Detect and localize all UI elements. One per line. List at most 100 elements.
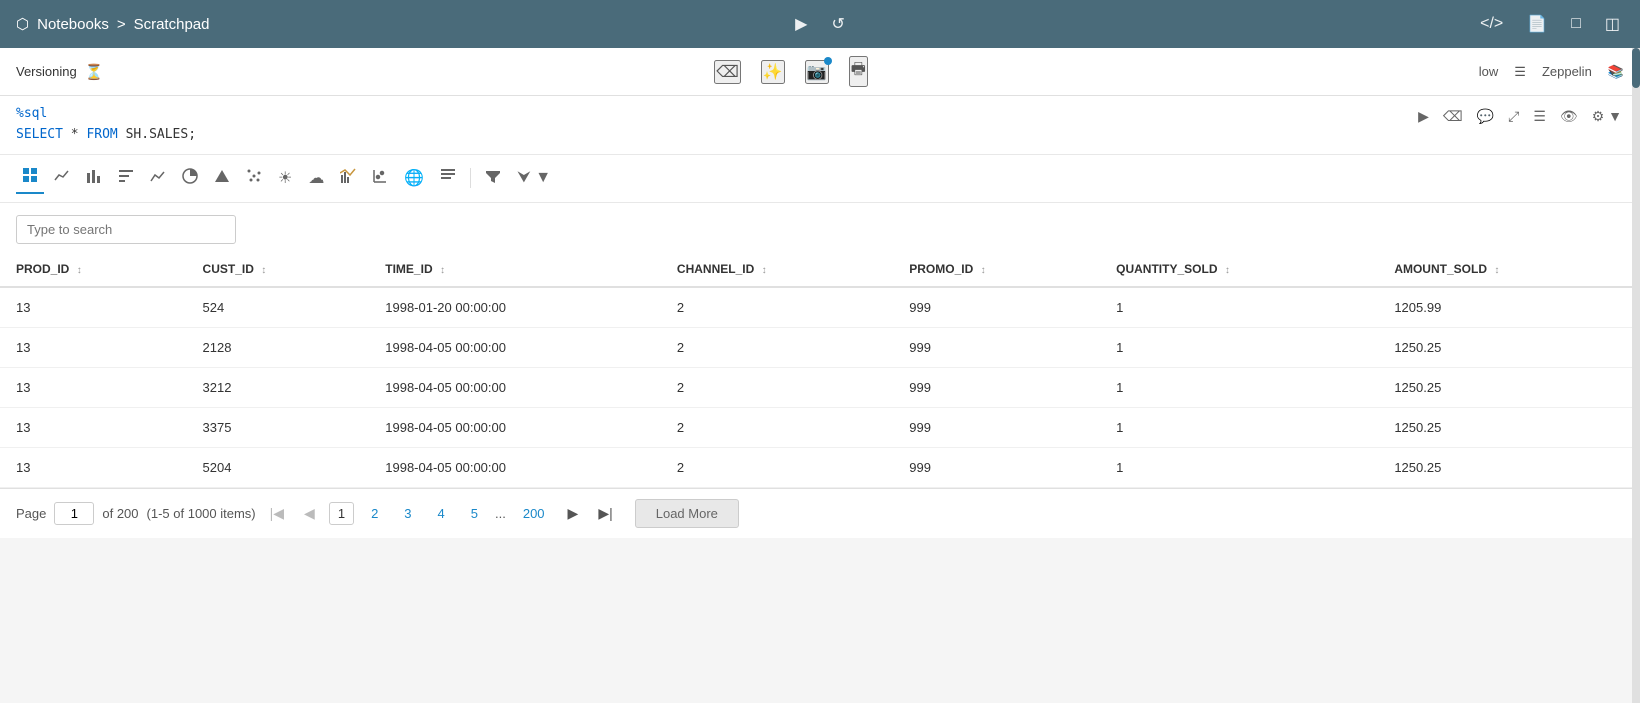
viz-line-button[interactable] xyxy=(48,164,76,193)
viz-grid-button[interactable] xyxy=(16,163,44,194)
search-input[interactable] xyxy=(16,215,236,244)
page-input[interactable] xyxy=(54,502,94,525)
cell-time_id: 1998-04-05 00:00:00 xyxy=(369,367,661,407)
load-more-button[interactable]: Load More xyxy=(635,499,739,528)
items-text: (1-5 of 1000 items) xyxy=(147,506,256,521)
viz-filter-settings-button[interactable] xyxy=(479,164,507,193)
table-header-row: PROD_ID ↕ CUST_ID ↕ TIME_ID ↕ CHANNEL_ID… xyxy=(0,252,1640,287)
breadcrumb: ⬡ Notebooks > Scratchpad xyxy=(16,15,1476,33)
refresh-button[interactable]: ↺ xyxy=(827,10,848,38)
cell-quantity_sold: 1 xyxy=(1100,327,1378,367)
prev-page-button[interactable]: ◀ xyxy=(298,501,321,526)
viz-sun-button[interactable]: ☀ xyxy=(272,164,298,192)
cell-eye-button[interactable]: 👁 xyxy=(1558,106,1580,127)
layout-button[interactable]: □ xyxy=(1567,11,1585,37)
cell-list-button[interactable]: ☰ xyxy=(1531,106,1548,127)
viz-linechart2-button[interactable] xyxy=(144,164,172,193)
eraser-button[interactable]: ⌫ xyxy=(714,60,741,84)
cell-settings-button[interactable]: ⚙ ▼ xyxy=(1590,106,1624,127)
page-3-button[interactable]: 3 xyxy=(395,502,420,525)
code-view-button[interactable]: </> xyxy=(1476,11,1507,37)
page-4-button[interactable]: 4 xyxy=(429,502,454,525)
viz-text-button[interactable] xyxy=(434,164,462,193)
viz-bar-combo-button[interactable] xyxy=(334,164,362,193)
cell-chart-button[interactable]: ⌫ xyxy=(1441,106,1465,127)
cell-comment-button[interactable]: 💬 xyxy=(1475,106,1496,127)
code-line1: %sql xyxy=(16,104,1416,125)
ellipsis: ... xyxy=(495,506,506,521)
viz-scatter-button[interactable] xyxy=(240,164,268,193)
viz-triangle-button[interactable] xyxy=(208,164,236,193)
col-channel-id[interactable]: CHANNEL_ID ↕ xyxy=(661,252,893,287)
cell-expand-button[interactable]: ⤢ xyxy=(1506,106,1521,127)
split-button[interactable]: ◫ xyxy=(1601,10,1624,38)
col-amount-sold[interactable]: AMOUNT_SOLD ↕ xyxy=(1378,252,1640,287)
cell-cust_id: 2128 xyxy=(187,327,370,367)
cell-quantity_sold: 1 xyxy=(1100,407,1378,447)
cell-promo_id: 999 xyxy=(893,367,1100,407)
page-200-button[interactable]: 200 xyxy=(514,502,554,525)
top-header: ⬡ Notebooks > Scratchpad ▶ ↺ </> 📄 □ ◫ xyxy=(0,0,1640,48)
last-page-button[interactable]: ▶| xyxy=(592,501,618,526)
cell-prod_id: 13 xyxy=(0,327,187,367)
toolbar: Versioning ⏳ ⌫ ✨ 📷 🖶 low ☰ Zeppelin 📚 xyxy=(0,48,1640,96)
viz-separator xyxy=(470,168,471,188)
viz-download-button[interactable]: ⮟ ▼ xyxy=(511,165,557,191)
print-button[interactable]: 🖶 xyxy=(849,56,868,87)
col-time-id[interactable]: TIME_ID ↕ xyxy=(369,252,661,287)
first-page-button[interactable]: |◀ xyxy=(264,501,290,526)
table-body: 135241998-01-20 00:00:00299911205.991321… xyxy=(0,287,1640,488)
scrollbar[interactable] xyxy=(1632,48,1640,703)
viz-scatterplot-button[interactable] xyxy=(366,164,394,193)
cell-amount_sold: 1205.99 xyxy=(1378,287,1640,328)
viz-cloud-button[interactable]: ☁ xyxy=(302,164,330,192)
page-2-button[interactable]: 2 xyxy=(362,502,387,525)
magic-button[interactable]: ✨ xyxy=(761,60,785,84)
cell-promo_id: 999 xyxy=(893,407,1100,447)
next-page-button[interactable]: ▶ xyxy=(562,501,585,526)
cell-time_id: 1998-04-05 00:00:00 xyxy=(369,447,661,487)
sort-icon-cust-id: ↕ xyxy=(261,265,266,276)
cell-amount_sold: 1250.25 xyxy=(1378,327,1640,367)
cell-channel_id: 2 xyxy=(661,407,893,447)
page-label: Page xyxy=(16,506,46,521)
cell-promo_id: 999 xyxy=(893,287,1100,328)
sort-icon-quantity-sold: ↕ xyxy=(1225,265,1230,276)
viz-pie-button[interactable] xyxy=(176,164,204,193)
cell-channel_id: 2 xyxy=(661,327,893,367)
cell-code: %sql SELECT * FROM SH.SALES; xyxy=(16,104,1416,146)
cell-time_id: 1998-01-20 00:00:00 xyxy=(369,287,661,328)
table-row: 1352041998-04-05 00:00:00299911250.25 xyxy=(0,447,1640,487)
low-label: low xyxy=(1479,64,1499,79)
viz-globe-button[interactable]: 🌐 xyxy=(398,164,430,192)
run-button[interactable]: ▶ xyxy=(791,10,811,38)
breadcrumb-separator: > xyxy=(117,16,126,33)
page-5-button[interactable]: 5 xyxy=(462,502,487,525)
viz-filter-table-button[interactable] xyxy=(112,164,140,193)
col-cust-id[interactable]: CUST_ID ↕ xyxy=(187,252,370,287)
sql-star: * xyxy=(71,127,87,142)
cell-promo_id: 999 xyxy=(893,447,1100,487)
notebook-icon: ⬡ xyxy=(16,15,29,33)
cell-prod_id: 13 xyxy=(0,287,187,328)
cell-controls: ▶ ⌫ 💬 ⤢ ☰ 👁 ⚙ ▼ xyxy=(1416,104,1624,127)
col-promo-id[interactable]: PROMO_ID ↕ xyxy=(893,252,1100,287)
zeppelin-icon: 📚 xyxy=(1608,64,1624,80)
cell-channel_id: 2 xyxy=(661,287,893,328)
cell-channel_id: 2 xyxy=(661,367,893,407)
page-1-button[interactable]: 1 xyxy=(329,502,354,525)
table-header: PROD_ID ↕ CUST_ID ↕ TIME_ID ↕ CHANNEL_ID… xyxy=(0,252,1640,287)
cell-amount_sold: 1250.25 xyxy=(1378,447,1640,487)
cell-run-button[interactable]: ▶ xyxy=(1416,106,1431,127)
notebook-content: %sql SELECT * FROM SH.SALES; ▶ ⌫ 💬 ⤢ ☰ 👁… xyxy=(0,96,1640,538)
viz-toolbar: ☀ ☁ 🌐 ⮟ ▼ xyxy=(0,155,1640,203)
col-prod-id[interactable]: PROD_ID ↕ xyxy=(0,252,187,287)
cell-amount_sold: 1250.25 xyxy=(1378,367,1640,407)
table-row: 1333751998-04-05 00:00:00299911250.25 xyxy=(0,407,1640,447)
document-button[interactable]: 📄 xyxy=(1523,10,1551,38)
viz-bar-button[interactable] xyxy=(80,164,108,193)
sort-icon-time-id: ↕ xyxy=(440,265,445,276)
sort-icon-amount-sold: ↕ xyxy=(1494,265,1499,276)
cell-cust_id: 3375 xyxy=(187,407,370,447)
col-quantity-sold[interactable]: QUANTITY_SOLD ↕ xyxy=(1100,252,1378,287)
